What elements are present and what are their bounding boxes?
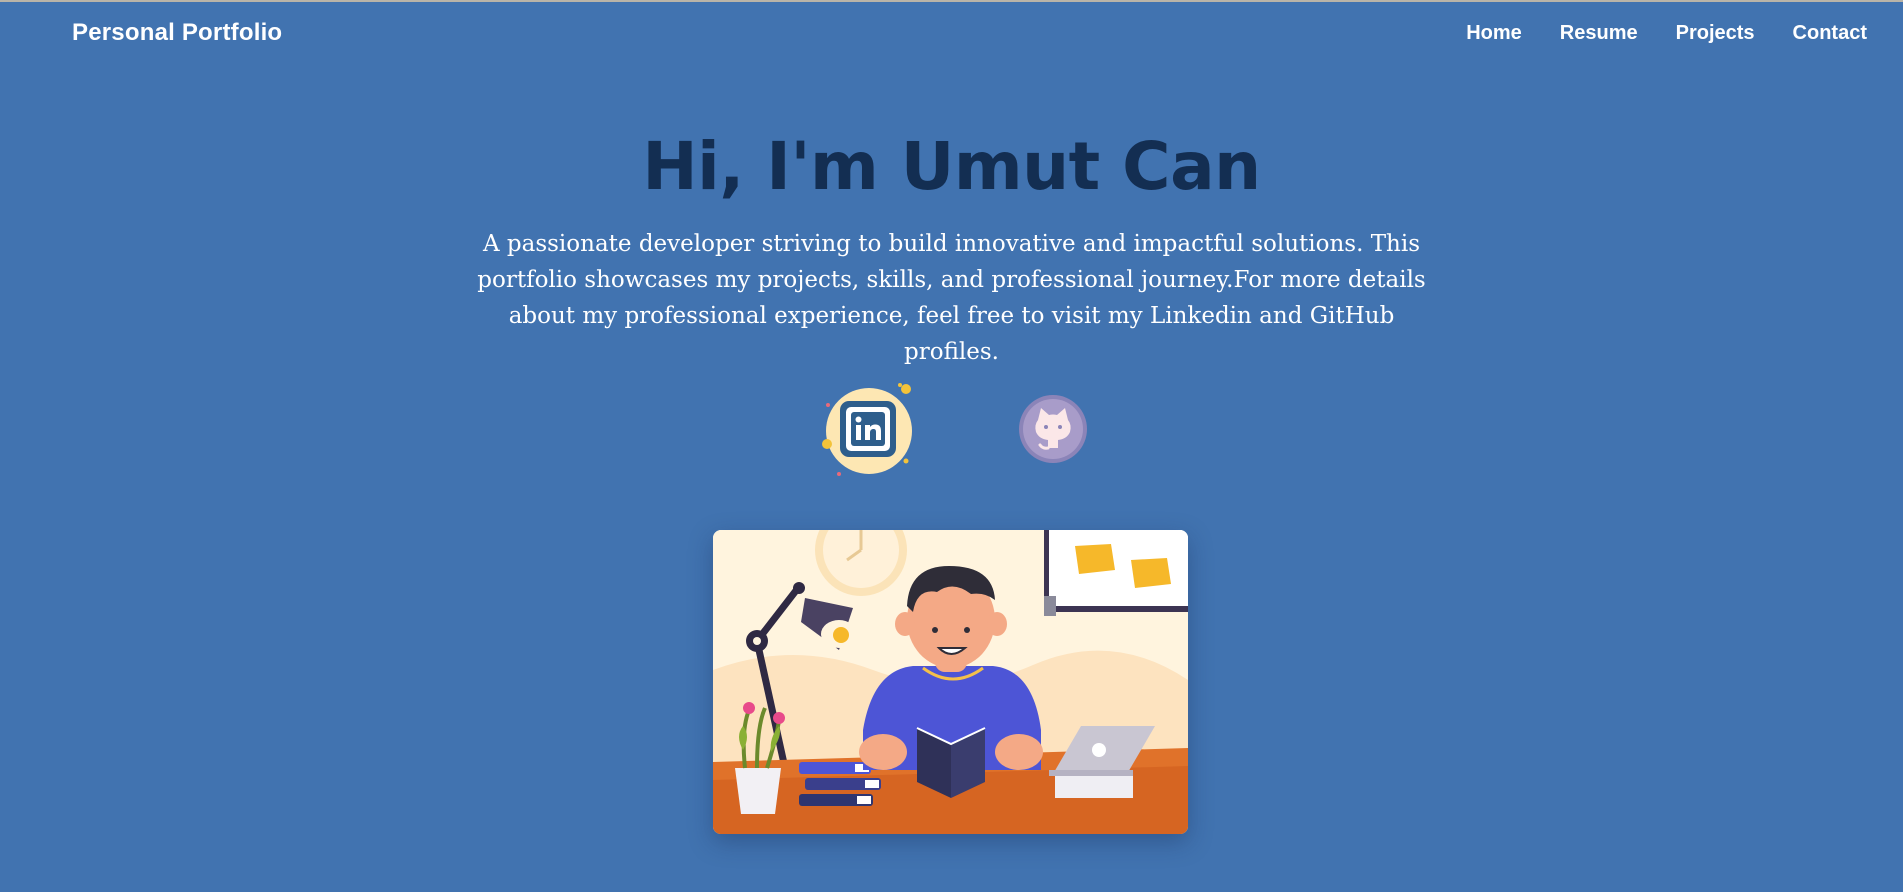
github-icon [1019, 395, 1087, 463]
developer-illustration [713, 530, 1188, 834]
nav-contact-link[interactable]: Contact [1793, 22, 1867, 45]
top-border [0, 0, 1903, 2]
nav-home-link[interactable]: Home [1466, 22, 1522, 45]
nav-projects-link[interactable]: Projects [1676, 22, 1755, 45]
github-link[interactable] [1018, 394, 1088, 464]
linkedin-link[interactable] [822, 381, 918, 477]
hero-description: A passionate developer striving to build… [477, 231, 1426, 365]
main-nav: Home Resume Projects Contact [1428, 22, 1867, 45]
linkedin-icon [822, 383, 912, 476]
nav-resume-link[interactable]: Resume [1560, 22, 1638, 45]
site-brand[interactable]: Personal Portfolio [72, 19, 282, 47]
hero-title: Hi, I'm Umut Can [642, 128, 1261, 205]
hero-illustration [713, 530, 1188, 834]
